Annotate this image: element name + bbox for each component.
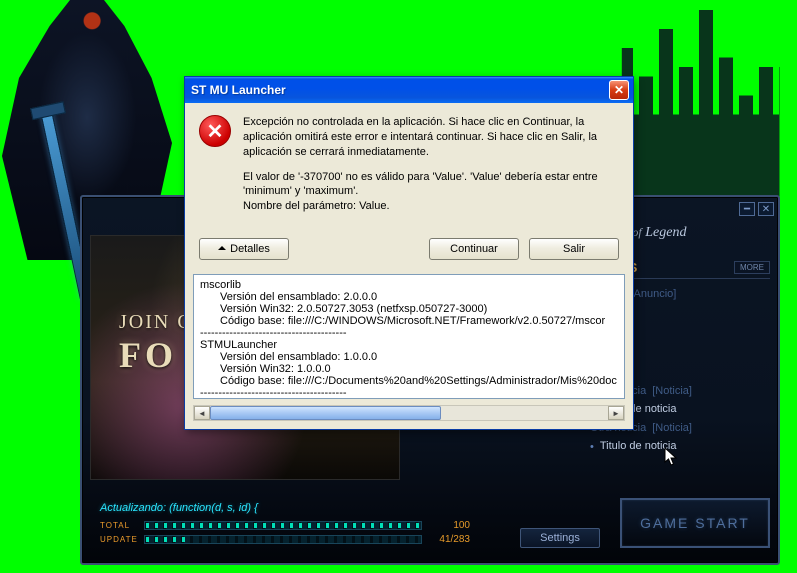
dialog-message: Excepción no controlada en la aplicación… <box>243 115 619 224</box>
progress-update-value: 41/283 <box>428 534 470 545</box>
progress-total-row: TOTAL 100 <box>100 520 470 530</box>
list-item[interactable]: •Titulo de noticia <box>590 440 775 453</box>
dialog-titlebar[interactable]: ST MU Launcher ✕ <box>185 77 633 103</box>
progress-update-label: UPDATE <box>100 535 138 544</box>
tagline-sub: Legend <box>645 225 686 240</box>
game-start-button[interactable]: GAME START <box>620 498 770 548</box>
horizontal-scrollbar[interactable]: ◄ ► <box>193 405 625 421</box>
progress-update-row: UPDATE 41/283 <box>100 534 470 544</box>
progress-update-bar <box>144 535 422 544</box>
promo-line1: JOIN O <box>119 311 194 334</box>
error-dialog: ST MU Launcher ✕ ✕ Excepción no controla… <box>184 76 634 430</box>
progress-total-value: 100 <box>428 520 470 531</box>
progress-total-bar <box>144 521 422 530</box>
scroll-track[interactable] <box>210 406 608 420</box>
launcher-minimize-button[interactable]: ━ <box>739 202 755 216</box>
dialog-title: ST MU Launcher <box>191 83 609 97</box>
dialog-para2: El valor de '-370700' no es válido para … <box>243 170 619 200</box>
events-more-button[interactable]: MORE <box>734 261 770 274</box>
promo-line2: FO <box>119 334 194 376</box>
scroll-right-icon[interactable]: ► <box>608 406 624 420</box>
exit-button[interactable]: Salir <box>529 238 619 260</box>
promo-text: JOIN O FO <box>119 311 194 376</box>
scroll-left-icon[interactable]: ◄ <box>194 406 210 420</box>
error-icon: ✕ <box>199 115 231 147</box>
settings-button[interactable]: Settings <box>520 528 600 548</box>
launcher-close-button[interactable]: ✕ <box>758 202 774 216</box>
details-button[interactable]: Detalles <box>199 238 289 260</box>
dialog-para3: Nombre del parámetro: Value. <box>243 199 619 214</box>
scroll-thumb[interactable] <box>210 406 441 420</box>
details-textarea[interactable]: mscorlib Versión del ensamblado: 2.0.0.0… <box>193 274 625 399</box>
progress-total-label: TOTAL <box>100 521 138 530</box>
close-icon[interactable]: ✕ <box>609 80 629 100</box>
continue-button[interactable]: Continuar <box>429 238 519 260</box>
status-text: Actualizando: (function(d, s, id) { <box>100 502 258 514</box>
dialog-para1: Excepción no controlada en la aplicación… <box>243 115 619 160</box>
